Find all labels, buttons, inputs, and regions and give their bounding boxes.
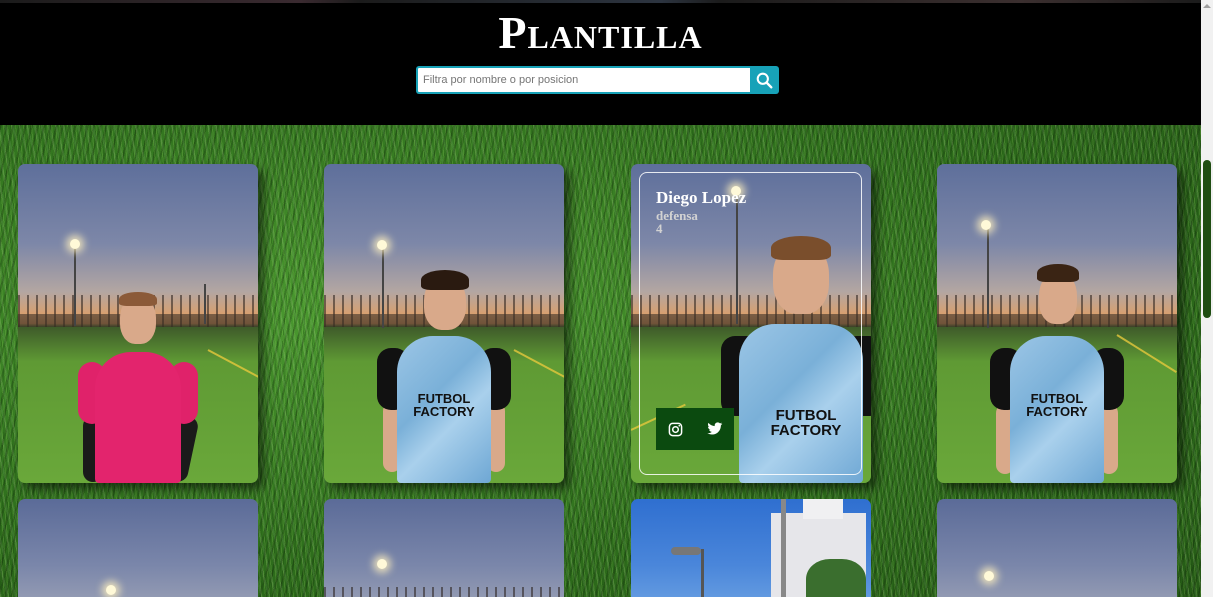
player-figure: FUTBOL FACTORY <box>982 264 1132 483</box>
instagram-icon <box>668 422 683 436</box>
player-photo <box>324 499 564 597</box>
player-card[interactable] <box>18 164 258 483</box>
scroll-up-arrow[interactable] <box>1201 0 1213 12</box>
player-name: Diego Lopez <box>656 188 747 207</box>
player-card[interactable] <box>324 499 564 597</box>
page-title: Plantilla <box>498 7 703 58</box>
player-card[interactable] <box>937 499 1177 597</box>
header-banner-strip <box>0 0 1201 3</box>
grass-background: FUTBOL FACTORY FUTBOL FACTORY Diego Lopez … <box>0 125 1201 597</box>
page-header: Plantilla <box>0 0 1201 125</box>
search-bar <box>416 66 779 94</box>
player-figure: FUTBOL FACTORY <box>369 270 519 483</box>
player-photo <box>18 499 258 597</box>
player-card-featured[interactable]: FUTBOL FACTORY Diego Lopez defensa 4 <box>631 164 871 483</box>
player-card[interactable]: FUTBOL FACTORY <box>937 164 1177 483</box>
player-card[interactable]: FUTBOL FACTORY <box>324 164 564 483</box>
search-icon <box>756 72 773 88</box>
player-card[interactable] <box>18 499 258 597</box>
player-figure <box>73 292 203 483</box>
twitter-icon <box>706 422 722 435</box>
player-number: 4 <box>656 221 663 236</box>
instagram-link[interactable] <box>656 408 695 450</box>
social-links <box>656 408 734 450</box>
scrollbar-thumb[interactable] <box>1203 160 1211 318</box>
search-button[interactable] <box>750 66 779 94</box>
vertical-scrollbar[interactable] <box>1201 0 1213 597</box>
player-card[interactable] <box>631 499 871 597</box>
chevron-up-icon <box>1203 4 1211 8</box>
search-input[interactable] <box>416 66 750 94</box>
twitter-link[interactable] <box>695 408 734 450</box>
player-photo <box>937 499 1177 597</box>
